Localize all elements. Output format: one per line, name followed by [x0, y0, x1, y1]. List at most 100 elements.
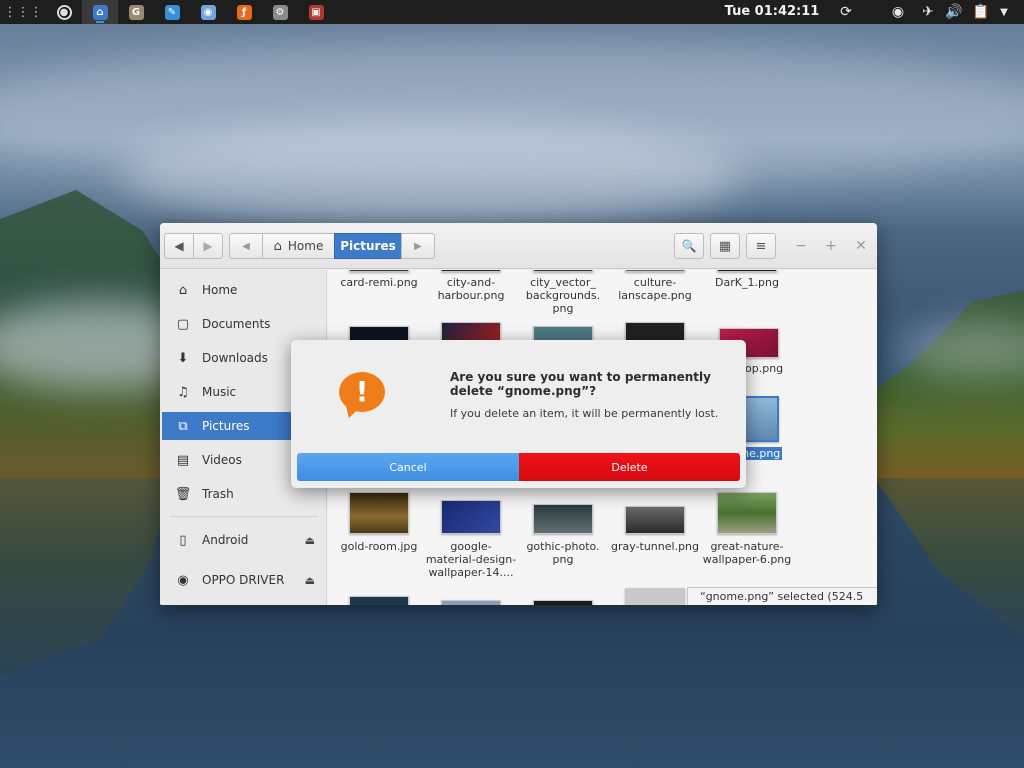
file-thumbnail[interactable] — [717, 492, 777, 534]
file-name[interactable]: google- material-design- wallpaper-14...… — [425, 540, 517, 579]
eject-icon[interactable]: ⏏ — [305, 534, 315, 547]
clipboard-icon[interactable]: 📋 — [971, 0, 991, 24]
file-thumbnail[interactable] — [533, 600, 593, 605]
breadcrumb-pictures[interactable]: Pictures — [334, 233, 402, 259]
airplane-icon[interactable]: ✈ — [918, 0, 938, 24]
breadcrumb-next-button[interactable]: ▶ — [401, 233, 435, 259]
sidebar-item-label: Trash — [202, 487, 234, 501]
record-icon[interactable]: ◉ — [888, 0, 908, 24]
maximize-button[interactable]: + — [822, 237, 840, 255]
app-circle-icon: ● — [56, 4, 72, 20]
forward-button[interactable]: ▶ — [193, 233, 223, 259]
sidebar-item-label: Android — [202, 533, 249, 547]
file-thumbnail[interactable] — [533, 270, 593, 272]
phone-icon: ▯ — [179, 532, 187, 548]
file-thumbnail[interactable] — [533, 504, 593, 534]
files-icon: ⌂ — [92, 4, 108, 20]
search-button[interactable]: 🔍 — [674, 233, 704, 259]
hamburger-menu-icon: ≡ — [755, 238, 767, 254]
file-thumbnail[interactable] — [349, 270, 409, 272]
sidebar-item-android[interactable]: ▯ Android ⏏ — [162, 526, 325, 554]
taskbar-app-app-circle[interactable]: ● — [46, 0, 82, 24]
download-icon: ⬇ — [177, 350, 189, 366]
close-button[interactable]: ✕ — [852, 237, 870, 255]
sidebar-item-label: OPPO DRIVER — [202, 573, 285, 587]
file-name[interactable]: gothic-photo. png — [517, 540, 609, 566]
clock[interactable]: Tue 01:42:11 — [710, 0, 834, 24]
header-bar: ◀ ▶ ◀ ⌂ Home Pictures ▶ 🔍 ▦ ≡ − + ✕ — [160, 223, 877, 269]
status-bar: “gnome.png” selected (524.5 kB) — [687, 587, 877, 605]
home-icon: ⌂ — [273, 238, 282, 254]
file-name[interactable]: card-remi.png — [333, 276, 425, 289]
taskbar-app-files[interactable]: ⌂ — [82, 0, 118, 24]
delete-button[interactable]: Delete — [519, 453, 740, 481]
trash-icon: 🗑 — [174, 486, 192, 502]
eject-icon[interactable]: ⏏ — [305, 574, 315, 587]
taskbar-apps: ● ⌂ G ✎ ◉ ƒ ⚙ ▣ — [46, 0, 334, 24]
file-name[interactable]: gray-tunnel.png — [609, 540, 701, 553]
search-icon: 🔍 — [681, 239, 697, 253]
arrow-right-icon: ▶ — [203, 239, 213, 253]
file-thumbnail[interactable] — [441, 270, 501, 272]
video-icon: ▤ — [176, 452, 190, 468]
gimp-icon: G — [128, 4, 144, 20]
file-thumbnail[interactable] — [349, 492, 409, 534]
sidebar-divider — [170, 516, 318, 517]
software-icon: ▣ — [308, 4, 324, 20]
taskbar-app-blue-app[interactable]: ✎ — [154, 0, 190, 24]
breadcrumb-home[interactable]: ⌂ Home — [262, 233, 335, 259]
apps-grid-icon[interactable]: ⋮⋮⋮ — [0, 0, 46, 24]
sidebar-item-label: Home — [202, 283, 238, 297]
breadcrumb-prev-button[interactable]: ◀ — [229, 233, 263, 259]
breadcrumb-pictures-label: Pictures — [340, 239, 396, 253]
minimize-button[interactable]: − — [792, 237, 810, 255]
sidebar-item-label: Pictures — [202, 419, 250, 433]
sidebar-item-label: Videos — [202, 453, 242, 467]
menu-button[interactable]: ≡ — [746, 233, 776, 259]
grid-view-button[interactable]: ▦ — [710, 233, 740, 259]
taskbar-app-firefox[interactable]: ƒ — [226, 0, 262, 24]
file-name[interactable]: city-and- harbour.png — [425, 276, 517, 302]
file-name[interactable]: city_vector_ backgrounds. png — [517, 276, 609, 315]
sidebar-item-home[interactable]: ⌂ Home — [162, 276, 325, 304]
chevron-down-icon[interactable]: ▼ — [994, 0, 1014, 24]
taskbar-app-screenshot[interactable]: ◉ — [190, 0, 226, 24]
sidebar-item-label: Music — [202, 385, 237, 399]
blue-app-icon: ✎ — [164, 4, 180, 20]
file-name[interactable]: gold-room.jpg — [333, 540, 425, 553]
top-panel: ⋮⋮⋮ ● ⌂ G ✎ ◉ ƒ ⚙ ▣ Tue 01:42:11 ⟳ ◉ ✈ 🔊 📋 ▼ — [0, 0, 1024, 24]
taskbar-app-software[interactable]: ▣ — [298, 0, 334, 24]
file-thumbnail[interactable] — [349, 596, 409, 605]
file-thumbnail[interactable] — [717, 270, 777, 272]
refresh-icon[interactable]: ⟳ — [836, 0, 856, 24]
screenshot-icon: ◉ — [200, 4, 216, 20]
file-thumbnail[interactable] — [625, 506, 685, 534]
dialog-title: Are you sure you want to permanently del… — [450, 370, 711, 398]
file-name[interactable]: culture- lanscape.png — [609, 276, 701, 302]
music-icon: ♫ — [177, 384, 189, 400]
disc-icon: ◉ — [177, 572, 189, 588]
grid-icon: ▦ — [718, 238, 732, 254]
volume-icon[interactable]: 🔊 — [944, 0, 964, 24]
pictures-icon: ⧉ — [178, 418, 188, 434]
file-thumbnail[interactable] — [441, 600, 501, 605]
sidebar-item-oppo-driver[interactable]: ◉ OPPO DRIVER ⏏ — [162, 566, 325, 594]
dialog-message: If you delete an item, it will be perman… — [450, 407, 719, 420]
file-thumbnail[interactable] — [625, 588, 685, 605]
delete-confirmation-dialog: ! Are you sure you want to permanently d… — [291, 340, 746, 488]
file-thumbnail[interactable] — [625, 270, 685, 272]
file-thumbnail[interactable] — [625, 322, 685, 342]
file-thumbnail[interactable] — [441, 500, 501, 534]
taskbar-app-settings[interactable]: ⚙ — [262, 0, 298, 24]
taskbar-app-gimp[interactable]: G — [118, 0, 154, 24]
file-name[interactable]: DarK_1.png — [701, 276, 793, 289]
sidebar-item-documents[interactable]: ▢ Documents — [162, 310, 325, 338]
cancel-button[interactable]: Cancel — [297, 453, 519, 481]
file-name[interactable]: great-nature- wallpaper-6.png — [701, 540, 793, 566]
sidebar-item-label: Documents — [202, 317, 271, 331]
breadcrumb-home-label: Home — [287, 239, 324, 253]
settings-icon: ⚙ — [272, 4, 288, 20]
document-icon: ▢ — [176, 316, 190, 332]
file-thumbnail[interactable] — [441, 322, 501, 342]
back-button[interactable]: ◀ — [164, 233, 194, 259]
